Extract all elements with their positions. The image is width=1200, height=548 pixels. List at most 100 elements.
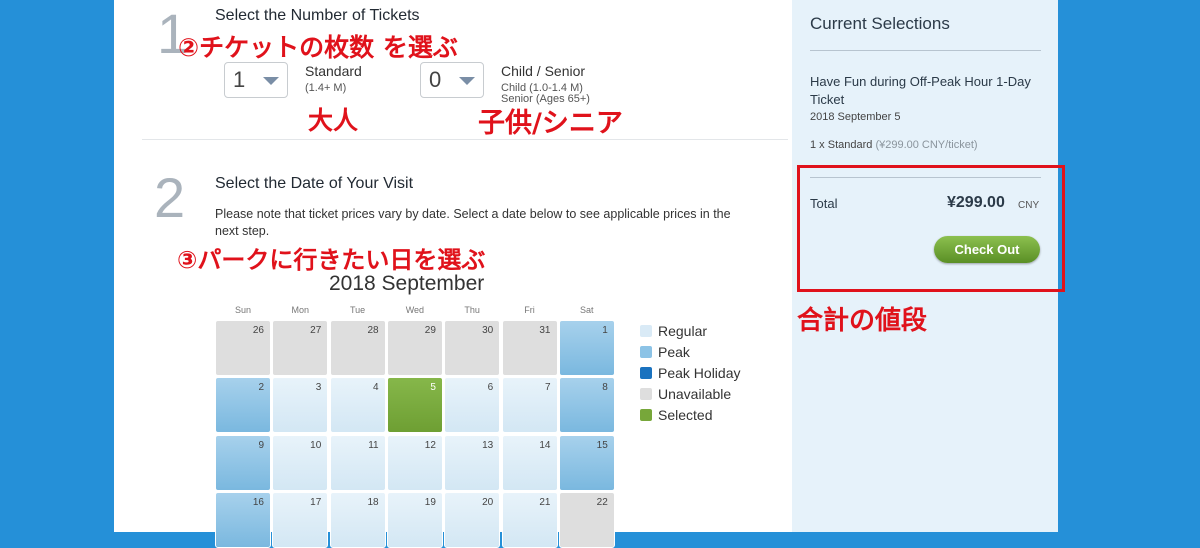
total-highlight-box [797,165,1065,292]
calendar-day-number: 30 [482,325,494,336]
calendar-day-number: 12 [424,439,436,451]
calendar-day-regular[interactable]: 11 [329,434,386,491]
legend-label: Regular [658,323,708,339]
calendar-day-number: 9 [258,439,264,451]
calendar-day-number: 5 [430,382,436,394]
calendar-day-number: 31 [539,325,551,336]
ticket-name: Have Fun during Off-Peak Hour 1-Day Tick… [810,74,1031,107]
calendar-day-regular[interactable]: 7 [501,377,558,434]
calendar-day-number: 11 [368,439,379,451]
weekday-fri: Fri [524,305,535,315]
calendar-day-regular[interactable]: 14 [501,434,558,491]
calendar-day-regular[interactable]: 19 [386,491,443,548]
ticket-date: 2018 September 5 [810,111,901,123]
legend-label: Selected [658,407,713,423]
annotation-adult: 大人 [308,106,359,135]
calendar-day-regular[interactable]: 13 [444,434,501,491]
calendar-day-regular[interactable]: 17 [272,491,329,548]
annotation-ticket-count: ②チケットの枚数 を選ぶ [178,33,458,62]
legend-swatch [640,346,652,358]
calendar-day-peak[interactable]: 15 [558,434,615,491]
calendar-day-number: 10 [310,439,322,451]
calendar-day-regular[interactable]: 4 [329,377,386,434]
legend-item: Peak Holiday [640,365,741,381]
calendar-day-regular[interactable]: 10 [272,434,329,491]
calendar-month-title: 2018 September [329,272,485,295]
legend-swatch [640,388,652,400]
legend-label: Peak [658,344,690,360]
annotation-total-price: 合計の値段 [797,306,928,336]
calendar-day-number: 8 [602,382,608,394]
calendar-day-peak[interactable]: 2 [215,377,271,434]
calendar-day-number: 1 [602,325,608,336]
standard-quantity-value: 1 [233,67,246,92]
legend-item: Regular [640,323,707,339]
sidebar-divider [810,50,1041,51]
weekday-mon: Mon [291,305,310,315]
step-2-title: Select the Date of Your Visit [215,175,414,192]
chevron-down-icon [459,77,475,85]
step-1-title: Select the Number of Tickets [215,7,420,24]
legend-label: Unavailable [658,386,732,402]
calendar-day-number: 3 [315,382,322,394]
weekday-thu: Thu [464,305,480,315]
calendar-day-number: 13 [482,439,494,451]
legend-swatch [640,325,652,337]
calendar-day-number: 28 [367,325,379,336]
child-senior-label: Child / Senior [501,63,586,79]
calendar-day-number: 17 [310,496,322,508]
calendar-day-unavailable: 31 [501,320,558,376]
annotation-child-senior: 子供/シニア [478,108,623,139]
calendar-day-unavailable: 22 [558,491,615,548]
line-item-qty: 1 x Standard [810,139,873,151]
legend-item: Unavailable [640,386,731,402]
child-senior-quantity-select[interactable]: 0 [420,62,484,98]
step-2-number: 2 [154,166,186,229]
calendar-day-unavailable: 26 [215,320,271,376]
weekday-sun: Sun [234,305,251,315]
calendar-day-regular[interactable]: 21 [501,491,558,548]
weekday-sat: Sat [580,305,594,315]
section-divider [142,139,788,140]
calendar-day-peak[interactable]: 9 [215,434,271,491]
calendar-day-number: 4 [373,382,379,394]
calendar-day-regular[interactable]: 6 [444,377,501,434]
child-senior-quantity-value: 0 [429,67,442,92]
standard-height-note: (1.4+ M) [305,82,347,94]
calendar-day-number: 19 [424,496,436,508]
calendar-day-number: 20 [482,496,494,508]
annotation-choose-date: ③パークに行きたい日を選ぶ [177,246,486,274]
calendar-day-unavailable: 29 [386,320,443,376]
calendar-day-regular[interactable]: 20 [444,491,501,548]
calendar-day-number: 2 [258,382,264,394]
sidebar-title: Current Selections [810,14,950,33]
line-item-price: (¥299.00 CNY/ticket) [875,139,978,151]
weekday-tue: Tue [350,305,366,315]
calendar-day-number: 27 [310,325,322,336]
calendar-day-unavailable: 27 [272,320,329,376]
calendar-day-peak[interactable]: 8 [558,377,615,434]
calendar-day-number: 29 [424,325,436,336]
calendar-day-number: 15 [596,439,608,451]
legend-swatch [640,409,652,421]
calendar-day-peak[interactable]: 16 [215,491,271,548]
chevron-down-icon [263,77,279,85]
calendar-day-number: 6 [487,382,494,394]
calendar-day-regular[interactable]: 18 [329,491,386,548]
legend-label: Peak Holiday [658,365,741,381]
calendar-day-unavailable: 28 [329,320,386,376]
calendar-day-number: 7 [544,382,551,394]
standard-label: Standard [305,63,362,79]
weekday-wed: Wed [405,305,425,315]
calendar-day-peak[interactable]: 1 [558,320,615,376]
standard-quantity-select[interactable]: 1 [224,62,288,98]
calendar-day-regular[interactable]: 3 [272,377,329,434]
legend-item: Selected [640,407,712,423]
calendar-day-number: 22 [596,496,608,508]
calendar-day-unavailable: 30 [444,320,501,376]
calendar-day-number: 21 [539,496,551,508]
calendar-day-number: 18 [367,496,379,508]
ticket-line-item: 1 x Standard (¥299.00 CNY/ticket) [810,139,978,151]
calendar-day-selected[interactable]: 5 [386,377,443,434]
calendar-day-regular[interactable]: 12 [386,434,443,491]
